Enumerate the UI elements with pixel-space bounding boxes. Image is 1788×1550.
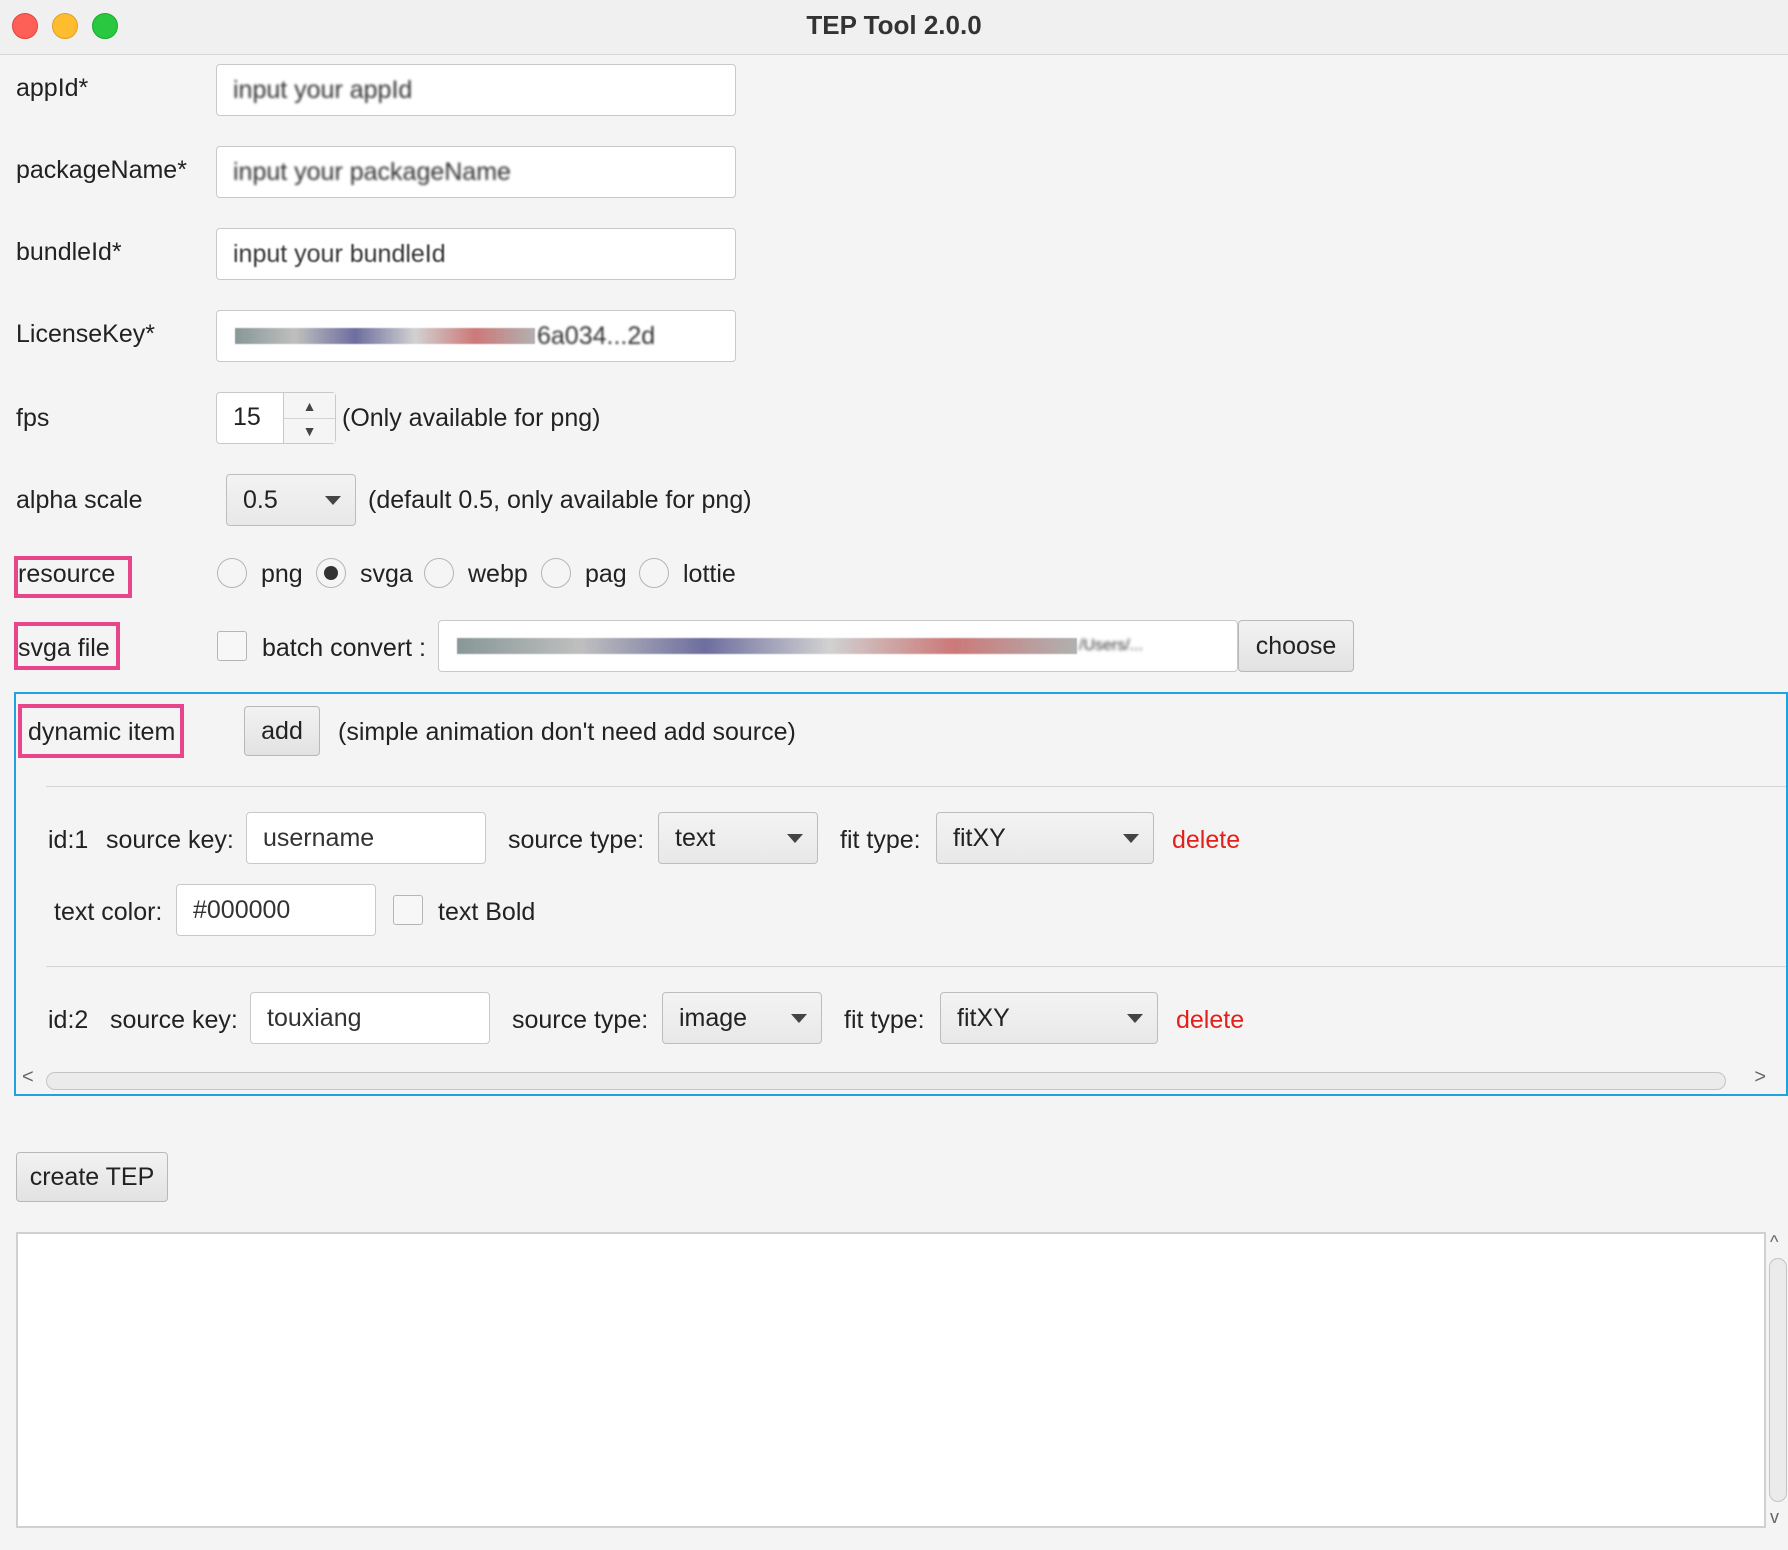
dynamic-item-hint: (simple animation don't need add source): [338, 718, 796, 746]
item-2-source-type-select[interactable]: image: [662, 992, 822, 1044]
choose-file-button[interactable]: choose: [1238, 620, 1354, 672]
item-2-fit-type-value: fitXY: [957, 1003, 1010, 1032]
appid-label: appId*: [16, 74, 89, 102]
fps-spinner-buttons: ▲ ▼: [283, 393, 335, 443]
alpha-scale-label: alpha scale: [16, 486, 143, 514]
item-1-source-type-value: text: [675, 823, 716, 852]
bundle-id-value: input your bundleId: [233, 239, 446, 268]
license-key-value: 6a034...2d: [537, 321, 656, 350]
package-name-value: input your packageName: [233, 157, 511, 186]
svga-file-highlight-box: [14, 622, 120, 670]
item-1-source-type-select[interactable]: text: [658, 812, 818, 864]
resource-option-webp: webp: [468, 560, 528, 588]
bundle-id-label: bundleId*: [16, 238, 122, 266]
chevron-down-icon: [791, 1014, 807, 1023]
item-separator: [46, 966, 1786, 967]
fps-value: 15: [233, 403, 261, 431]
scroll-right-icon[interactable]: >: [1754, 1066, 1766, 1089]
item-2-fit-type-select[interactable]: fitXY: [940, 992, 1158, 1044]
svga-file-path-input[interactable]: /Users/...: [438, 620, 1238, 672]
scroll-up-icon[interactable]: ^: [1770, 1232, 1778, 1253]
resource-radio-pag[interactable]: [541, 558, 571, 588]
item-2-source-key-input[interactable]: touxiang: [250, 992, 490, 1044]
package-name-label: packageName*: [16, 156, 187, 184]
window-titlebar: TEP Tool 2.0.0: [0, 0, 1788, 55]
item-2-source-key-value: touxiang: [267, 1003, 362, 1032]
item-2-delete-link[interactable]: delete: [1176, 1006, 1244, 1035]
resource-option-pag: pag: [585, 560, 627, 588]
item-1-source-type-label: source type:: [508, 826, 645, 854]
create-tep-button[interactable]: create TEP: [16, 1152, 168, 1202]
item-1-source-key-input[interactable]: username: [246, 812, 486, 864]
scroll-left-icon[interactable]: <: [22, 1066, 34, 1089]
dynamic-item-horizontal-scrollbar[interactable]: < >: [16, 1066, 1786, 1094]
chevron-down-icon: [787, 834, 803, 843]
item-1-text-color-input[interactable]: #000000: [176, 884, 376, 936]
appid-input[interactable]: input your appId: [216, 64, 736, 116]
item-1-fit-type-select[interactable]: fitXY: [936, 812, 1154, 864]
console-vertical-scrollbar[interactable]: ^ v: [1766, 1232, 1788, 1528]
license-key-label: LicenseKey*: [16, 320, 155, 348]
chevron-down-icon: [1127, 1014, 1143, 1023]
resource-radio-png[interactable]: [217, 558, 247, 588]
item-1-delete-link[interactable]: delete: [1172, 826, 1240, 855]
resource-radio-svga[interactable]: [316, 558, 346, 588]
chevron-down-icon: [1123, 834, 1139, 843]
fps-hint: (Only available for png): [342, 404, 601, 432]
item-2-source-type-value: image: [679, 1003, 748, 1032]
item-1-id: id:1: [48, 826, 89, 854]
license-key-input[interactable]: 6a034...2d: [216, 310, 736, 362]
item-1-text-color-label: text color:: [54, 898, 163, 926]
resource-radio-webp[interactable]: [424, 558, 454, 588]
output-console[interactable]: [16, 1232, 1766, 1528]
bundle-id-input[interactable]: input your bundleId: [216, 228, 736, 280]
item-2-fit-type-label: fit type:: [844, 1006, 925, 1034]
dynamic-item-highlight-box: [18, 704, 184, 758]
add-dynamic-item-button[interactable]: add: [244, 706, 320, 756]
item-1-fit-type-label: fit type:: [840, 826, 921, 854]
dynamic-item-separator: [46, 786, 1786, 787]
fps-increment-button[interactable]: ▲: [284, 393, 335, 419]
alpha-scale-value: 0.5: [243, 485, 278, 514]
item-1-text-bold-label: text Bold: [438, 898, 536, 926]
resource-option-lottie: lottie: [683, 560, 736, 588]
item-1-text-bold-checkbox[interactable]: [393, 895, 423, 925]
svga-path-redaction: [457, 638, 1077, 654]
fps-spinner[interactable]: 15 ▲ ▼: [216, 392, 336, 444]
chevron-down-icon: [325, 496, 341, 505]
fps-label: fps: [16, 404, 50, 432]
resource-highlight-box: [14, 556, 132, 598]
license-key-redaction: [235, 328, 535, 344]
svga-file-path-value: /Users/...: [1079, 637, 1144, 654]
resource-option-svga: svga: [360, 560, 413, 588]
item-1-source-key-value: username: [263, 823, 375, 852]
vertical-scroll-thumb[interactable]: [1769, 1258, 1787, 1502]
item-1-source-key-label: source key:: [106, 826, 234, 854]
package-name-input[interactable]: input your packageName: [216, 146, 736, 198]
item-2-source-type-label: source type:: [512, 1006, 649, 1034]
item-1-text-color-value: #000000: [193, 895, 291, 924]
window-title: TEP Tool 2.0.0: [806, 10, 982, 40]
alpha-scale-select[interactable]: 0.5: [226, 474, 356, 526]
scroll-down-icon[interactable]: v: [1770, 1507, 1779, 1528]
resource-option-png: png: [261, 560, 303, 588]
item-1-fit-type-value: fitXY: [953, 823, 1006, 852]
resource-radio-lottie[interactable]: [639, 558, 669, 588]
fps-decrement-button[interactable]: ▼: [284, 418, 335, 443]
item-2-source-key-label: source key:: [110, 1006, 238, 1034]
alpha-scale-hint: (default 0.5, only available for png): [368, 486, 752, 514]
batch-convert-checkbox[interactable]: [217, 631, 247, 661]
horizontal-scroll-thumb[interactable]: [46, 1072, 1726, 1090]
item-2-id: id:2: [48, 1006, 89, 1034]
appid-value: input your appId: [233, 75, 413, 104]
batch-convert-label: batch convert :: [262, 634, 426, 662]
